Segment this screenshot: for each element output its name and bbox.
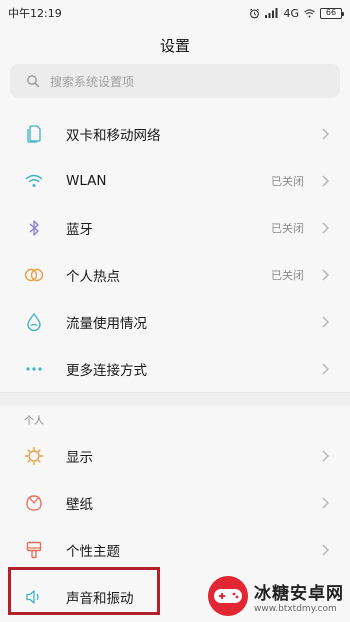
watermark-text: 冰糖安卓网 www.btxtdmy.com (254, 579, 344, 614)
more-connections-icon (24, 359, 44, 379)
settings-item-data-usage[interactable]: 流量使用情况 (0, 298, 350, 345)
chevron-right-icon (320, 362, 330, 376)
settings-item-theme[interactable]: 个性主题 (0, 526, 350, 573)
page-title: 设置 (159, 36, 190, 55)
settings-item-wallpaper[interactable]: 壁纸 (0, 479, 350, 526)
sim-card-icon (24, 124, 44, 144)
signal-icon (265, 8, 278, 18)
settings-item-display[interactable]: 显示 (0, 432, 350, 479)
settings-item-value: 已关闭 (271, 268, 304, 282)
watermark-title: 冰糖安卓网 (254, 583, 344, 604)
theme-icon (24, 540, 44, 560)
settings-item-label: 流量使用情况 (66, 315, 147, 332)
settings-item-label: 蓝牙 (66, 221, 93, 238)
chevron-right-icon (320, 221, 330, 235)
watermark-url: www.btxtdmy.com (254, 603, 337, 614)
chevron-right-icon (320, 174, 330, 188)
brightness-icon (24, 446, 44, 466)
search-input[interactable]: 搜索系统设置项 (10, 64, 340, 98)
settings-item-value: 已关闭 (271, 174, 304, 188)
chevron-right-icon (320, 315, 330, 329)
settings-item-label: 个性主题 (66, 543, 120, 560)
settings-item-label: 显示 (66, 449, 93, 466)
watermark: 冰糖安卓网 www.btxtdmy.com (208, 576, 344, 616)
hotspot-icon (24, 265, 44, 285)
status-bar: 中午12:19 4G 66 (0, 0, 350, 26)
settings-item-value: 已关闭 (271, 221, 304, 235)
sound-icon (24, 587, 44, 607)
settings-item-label: 个人热点 (66, 268, 120, 285)
battery-level: 66 (325, 8, 337, 17)
search-placeholder: 搜索系统设置项 (50, 74, 135, 89)
settings-item-bluetooth[interactable]: 蓝牙 已关闭 (0, 204, 350, 251)
settings-item-label: 壁纸 (66, 496, 93, 513)
settings-item-hotspot[interactable]: 个人热点 已关闭 (0, 251, 350, 298)
status-time: 中午12:19 (8, 7, 62, 20)
alarm-icon (250, 8, 260, 18)
settings-item-label: 更多连接方式 (66, 362, 147, 379)
chevron-right-icon (320, 543, 330, 557)
status-indicators: 4G 66 (249, 6, 344, 20)
data-usage-icon (24, 312, 44, 332)
section-header-personal: 个人 (0, 406, 350, 432)
settings-list: 双卡和移动网络 WLAN 已关闭 蓝牙 已关闭 个人热点 已关闭 流量使用情况 (0, 110, 350, 620)
settings-item-label: 双卡和移动网络 (66, 127, 161, 144)
settings-item-wlan[interactable]: WLAN 已关闭 (0, 157, 350, 204)
section-divider (0, 392, 350, 406)
chevron-right-icon (320, 496, 330, 510)
chevron-right-icon (320, 127, 330, 141)
settings-item-more-connections[interactable]: 更多连接方式 (0, 345, 350, 392)
wifi-icon (24, 171, 44, 191)
search-icon (27, 75, 40, 88)
settings-item-label: WLAN (66, 172, 107, 189)
wallpaper-icon (24, 493, 44, 513)
watermark-logo-icon (208, 576, 248, 616)
chevron-right-icon (320, 449, 330, 463)
settings-item-dual-sim[interactable]: 双卡和移动网络 (0, 110, 350, 157)
wifi-status-icon (304, 8, 315, 17)
battery-indicator: 66 (320, 7, 344, 19)
chevron-right-icon (320, 268, 330, 282)
page-title-bar: 设置 (0, 26, 350, 64)
network-type: 4G (283, 6, 299, 20)
bluetooth-icon (24, 218, 44, 238)
